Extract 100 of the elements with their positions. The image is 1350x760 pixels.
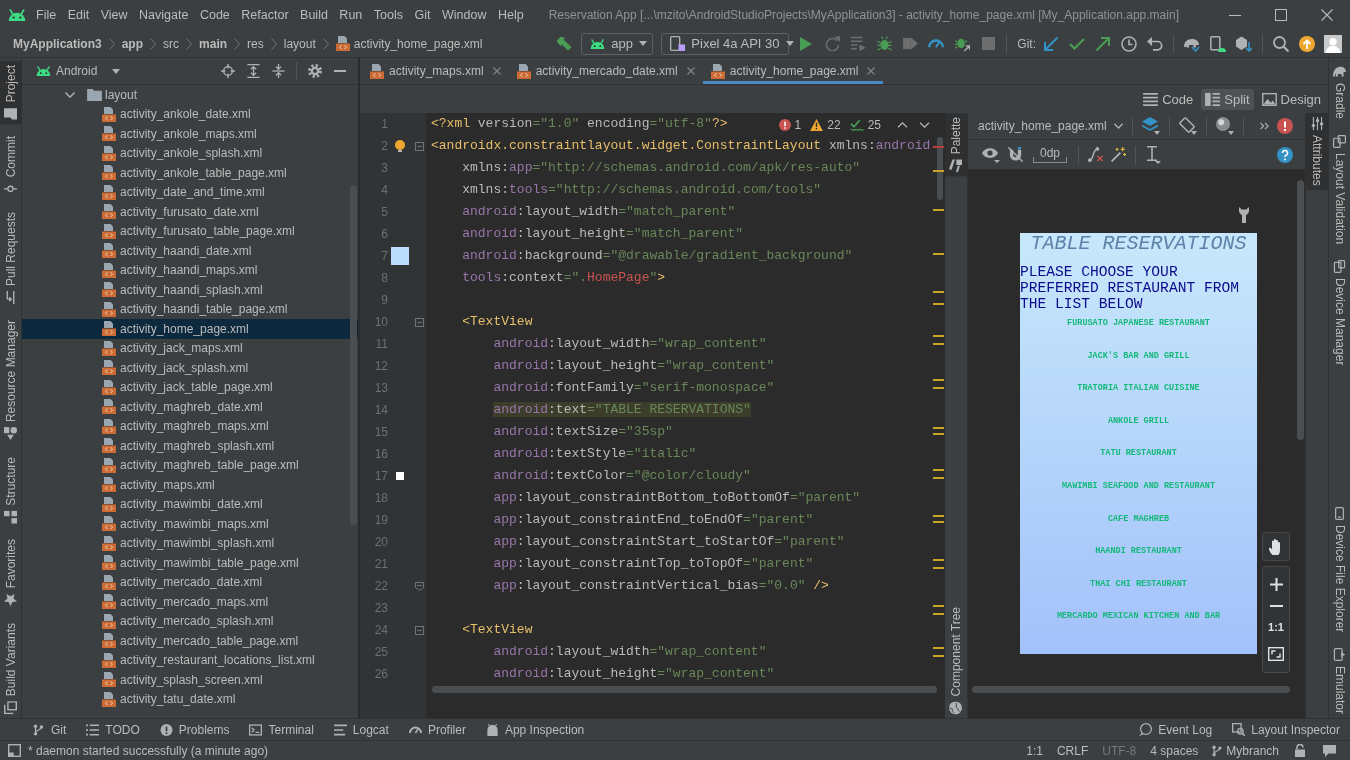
tool-window-tab[interactable]: Gradle	[1329, 61, 1350, 124]
undo-icon[interactable]	[1147, 36, 1163, 51]
tree-item[interactable]: activity_haandi_splash.xml	[22, 280, 358, 300]
double-chevron-icon[interactable]	[1260, 122, 1269, 130]
arrow-up-right-icon[interactable]	[1096, 36, 1110, 51]
tree-item[interactable]: activity_mercado_table_page.xml	[22, 631, 358, 651]
fit-screen-icon[interactable]	[1268, 647, 1284, 661]
tool-window-tab[interactable]: Favorites	[0, 535, 21, 611]
tree-item[interactable]: activity_ankole_maps.xml	[22, 124, 358, 144]
close-icon[interactable]	[492, 67, 501, 75]
tool-window-tab[interactable]: Attributes	[1306, 113, 1328, 190]
breadcrumb[interactable]: app	[121, 36, 144, 51]
tool-window-tab[interactable]: Build Variants	[0, 618, 21, 718]
branch-widget[interactable]: Mybranch	[1205, 743, 1286, 758]
breadcrumb[interactable]: layout	[283, 36, 316, 51]
tree-item[interactable]: activity_restaurant_locations_list.xml	[22, 650, 358, 670]
close-icon[interactable]	[1321, 9, 1333, 21]
help-icon[interactable]	[1277, 146, 1293, 163]
bug-icon[interactable]	[876, 36, 892, 51]
tree-item[interactable]: activity_haandi_table_page.xml	[22, 299, 358, 319]
tree-item[interactable]: activity_mawimbi_splash.xml	[22, 533, 358, 553]
wrench-icon[interactable]	[1239, 207, 1249, 223]
play-icon[interactable]	[800, 36, 813, 51]
bug-arrow-icon[interactable]	[954, 36, 970, 51]
notification-icon[interactable]	[1323, 744, 1336, 757]
view-dropdown[interactable]: Android	[36, 64, 121, 78]
tree-item[interactable]: activity_mawimbi_maps.xml	[22, 514, 358, 534]
collapse-all-icon[interactable]	[272, 64, 285, 78]
lines-arrow-icon[interactable]	[850, 36, 866, 51]
menu-item[interactable]: Git	[414, 8, 431, 22]
close-icon[interactable]	[867, 67, 876, 75]
search-icon[interactable]	[1273, 35, 1289, 52]
menu-item[interactable]: File	[36, 8, 57, 22]
tree-item[interactable]: activity_mercado_date.xml	[22, 572, 358, 592]
align-icon[interactable]	[1145, 145, 1162, 164]
tool-window-tab[interactable]: Commit	[0, 132, 21, 200]
menu-item[interactable]: Build	[300, 8, 328, 22]
tree-item[interactable]: activity_maghreb_table_page.xml	[22, 455, 358, 475]
tree-item[interactable]: activity_mercado_maps.xml	[22, 592, 358, 612]
status-widget[interactable]: CRLF	[1049, 743, 1096, 758]
tree-item[interactable]: activity_furusato_table_page.xml	[22, 221, 358, 241]
error-icon[interactable]	[1277, 118, 1293, 134]
tool-window-button[interactable]: Logcat	[323, 719, 399, 740]
hexagon-arrow-icon[interactable]	[1236, 35, 1252, 52]
chevron-down-icon[interactable]	[919, 122, 930, 128]
up-arrow-circle-icon[interactable]	[1299, 35, 1315, 52]
fold-minus-icon[interactable]	[414, 625, 424, 635]
tool-window-tab[interactable]: Palette	[945, 113, 967, 177]
tool-window-button[interactable]: Profiler	[398, 719, 476, 740]
menu-item[interactable]: Code	[199, 8, 230, 22]
breadcrumb[interactable]: MyApplication3	[13, 36, 102, 51]
tree-item[interactable]: activity_tatu_date.xml	[22, 689, 358, 709]
chevron-down-icon[interactable]	[65, 91, 75, 98]
avatar-icon[interactable]	[1324, 34, 1342, 53]
hammer-icon[interactable]	[556, 35, 573, 52]
breadcrumb[interactable]: activity_home_page.xml	[335, 36, 483, 51]
scrollbar[interactable]	[432, 686, 937, 693]
menu-item[interactable]: Refactor	[241, 8, 289, 22]
scrollbar[interactable]	[1297, 180, 1304, 440]
tool-window-tab[interactable]: Layout Validation	[1329, 131, 1350, 249]
tool-window-button[interactable]: Layout Inspector	[1222, 719, 1350, 740]
tool-window-tab[interactable]: Component Tree	[945, 602, 967, 718]
layout-file-dropdown[interactable]: activity_home_page.xml	[978, 119, 1123, 133]
clock-icon[interactable]	[1121, 35, 1137, 52]
circle-icon[interactable]	[1215, 117, 1234, 135]
tree-item[interactable]: layout	[22, 85, 358, 105]
tree-item[interactable]: activity_jack_splash.xml	[22, 358, 358, 378]
menu-item[interactable]: View	[100, 8, 128, 22]
tree-item[interactable]: activity_ankole_splash.xml	[22, 143, 358, 163]
tree-item[interactable]: activity_maghreb_date.xml	[22, 397, 358, 417]
run-config-dropdown[interactable]: app	[581, 32, 654, 55]
menu-item[interactable]: Window	[441, 8, 487, 22]
scrollbar[interactable]	[350, 185, 357, 525]
clear-constraints-icon[interactable]	[1088, 147, 1104, 162]
tree-item[interactable]: activity_jack_maps.xml	[22, 338, 358, 358]
editor-tab[interactable]: activity_mercado_date.xml	[508, 58, 703, 84]
status-widget[interactable]: 4 spaces	[1143, 743, 1206, 758]
magnet-off-icon[interactable]	[1008, 147, 1023, 162]
tree-item[interactable]: activity_mawimbi_table_page.xml	[22, 553, 358, 573]
rotate-icon[interactable]	[1178, 117, 1197, 135]
layers-icon[interactable]	[1141, 117, 1160, 135]
panel-toggle-icon[interactable]	[8, 744, 21, 757]
check-icon[interactable]	[1069, 37, 1085, 50]
close-icon[interactable]	[686, 67, 695, 75]
zoom-reset-button[interactable]: 1:1	[1268, 621, 1284, 633]
tool-window-button[interactable]: Terminal	[239, 719, 324, 740]
gauge-icon[interactable]	[928, 39, 945, 48]
lightbulb-icon[interactable]	[395, 140, 405, 152]
scrollbar[interactable]	[972, 686, 1290, 693]
maximize-icon[interactable]	[1275, 9, 1287, 21]
eye-icon[interactable]	[982, 146, 1000, 163]
magic-wand-icon[interactable]	[1111, 147, 1127, 162]
tree-item[interactable]: activity_furusato_date.xml	[22, 202, 358, 222]
tool-window-button[interactable]: TODO	[76, 719, 150, 740]
tree-item[interactable]: activity_haandi_date.xml	[22, 241, 358, 261]
fold-minus-icon[interactable]	[414, 317, 424, 327]
phone-icon[interactable]	[1210, 35, 1226, 52]
tree-item[interactable]: activity_maghreb_splash.xml	[22, 436, 358, 456]
expand-all-icon[interactable]	[247, 64, 260, 78]
scrollbar[interactable]	[937, 137, 943, 200]
